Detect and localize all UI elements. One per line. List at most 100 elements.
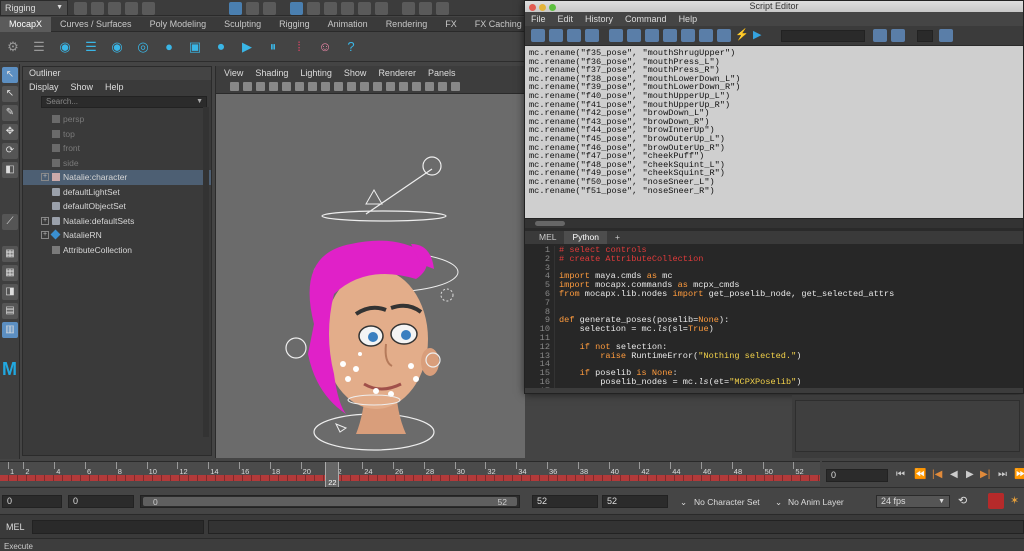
history-horizontal-scrollbar[interactable] bbox=[525, 218, 1023, 228]
shelf-tab-rigging[interactable]: Rigging bbox=[270, 17, 319, 32]
smooth-shade-icon[interactable] bbox=[373, 82, 382, 91]
shelf-tab-sculpting[interactable]: Sculpting bbox=[215, 17, 270, 32]
xray-icon[interactable] bbox=[438, 82, 447, 91]
character-set-icon[interactable]: ⌄ bbox=[680, 497, 687, 508]
viewport-menu-renderer[interactable]: Renderer bbox=[378, 68, 416, 78]
snap-plane-icon[interactable] bbox=[341, 2, 354, 15]
outliner-item[interactable]: top bbox=[23, 127, 211, 142]
command-language-button[interactable]: MEL bbox=[6, 522, 25, 532]
se-menu-command[interactable]: Command bbox=[625, 14, 667, 24]
viewport-menu-view[interactable]: View bbox=[224, 68, 243, 78]
show-both-icon[interactable] bbox=[699, 29, 713, 42]
execute-selected-icon[interactable]: ▶ bbox=[753, 29, 767, 42]
search-input[interactable] bbox=[781, 29, 865, 42]
scrollbar-thumb[interactable] bbox=[535, 221, 565, 226]
scene-start-field[interactable]: 0 bbox=[2, 495, 62, 508]
open-scene-icon[interactable] bbox=[91, 2, 104, 15]
goto-line-input[interactable] bbox=[917, 29, 933, 42]
outliner-menu-help[interactable]: Help bbox=[105, 82, 124, 92]
python-code[interactable]: # select controls # create AttributeColle… bbox=[555, 246, 894, 388]
shelf-menu-icon[interactable]: ☰ bbox=[29, 37, 49, 57]
step-forward-key-icon[interactable]: ⏩ bbox=[1014, 469, 1024, 480]
clear-history-icon[interactable] bbox=[609, 29, 623, 42]
command-input[interactable] bbox=[32, 520, 204, 534]
mocapx-adapter-icon[interactable]: ◉ bbox=[107, 37, 127, 57]
script-input-editor[interactable]: 1234567891011121314151617 # select contr… bbox=[525, 244, 1023, 388]
mocapx-record-icon[interactable]: ⏺ bbox=[211, 37, 231, 57]
playback-start-field[interactable]: 0 bbox=[68, 495, 134, 508]
loop-icon[interactable]: ⟲ bbox=[958, 494, 967, 507]
bookmark-icon[interactable] bbox=[256, 82, 265, 91]
ipr-icon[interactable] bbox=[436, 2, 449, 15]
se-menu-file[interactable]: File bbox=[531, 14, 546, 24]
goto-line-icon[interactable] bbox=[939, 29, 953, 42]
open-script-icon[interactable] bbox=[531, 29, 545, 42]
select-hierarchy-icon[interactable] bbox=[229, 2, 242, 15]
outliner-item[interactable]: + Natalie:defaultSets bbox=[23, 214, 211, 229]
mocapx-device-icon[interactable]: ◉ bbox=[55, 37, 75, 57]
clear-input-icon[interactable] bbox=[627, 29, 641, 42]
help-icon[interactable]: ? bbox=[341, 37, 361, 57]
se-menu-help[interactable]: Help bbox=[679, 14, 698, 24]
gear-icon[interactable]: ⚙ bbox=[3, 37, 23, 57]
source-script-icon[interactable] bbox=[549, 29, 563, 42]
se-menu-history[interactable]: History bbox=[585, 14, 613, 24]
new-scene-icon[interactable] bbox=[74, 2, 87, 15]
viewport-menu-panels[interactable]: Panels bbox=[428, 68, 456, 78]
shelf-tab-fx-caching[interactable]: FX Caching bbox=[466, 17, 531, 32]
time-slider[interactable]: 1246810121416182022242628303234363840424… bbox=[0, 461, 820, 487]
select-tool-icon[interactable]: ↖ bbox=[2, 67, 18, 83]
expand-icon[interactable]: + bbox=[41, 231, 49, 239]
outliner-item[interactable]: side bbox=[23, 156, 211, 171]
redo-icon[interactable] bbox=[142, 2, 155, 15]
outliner-item[interactable]: defaultLightSet bbox=[23, 185, 211, 200]
outliner-item[interactable]: + NatalieRN bbox=[23, 228, 211, 243]
viewport-menu-lighting[interactable]: Lighting bbox=[300, 68, 332, 78]
lights-icon[interactable] bbox=[399, 82, 408, 91]
viewport-panel[interactable]: View Shading Lighting Show Renderer Pane… bbox=[215, 66, 525, 458]
play-icon[interactable]: ▶ bbox=[237, 37, 257, 57]
replace-icon[interactable] bbox=[891, 29, 905, 42]
four-pane-icon[interactable]: ▦ bbox=[2, 265, 18, 281]
anim-layer-icon[interactable]: ⌄ bbox=[775, 497, 782, 508]
expand-icon[interactable]: + bbox=[41, 216, 49, 225]
mocapx-realtime-icon[interactable]: ● bbox=[159, 37, 179, 57]
undo-icon[interactable] bbox=[125, 2, 138, 15]
lasso-tool-icon[interactable]: ↖ bbox=[2, 86, 18, 102]
scale-tool-icon[interactable]: ◧ bbox=[2, 162, 18, 178]
shelf-tab-fx[interactable]: FX bbox=[436, 17, 466, 32]
script-history-output[interactable]: mc.rename("f35_pose", "mouthShrugUpper")… bbox=[525, 46, 1023, 218]
snap-live-icon[interactable] bbox=[375, 2, 388, 15]
search-icon[interactable] bbox=[873, 29, 887, 42]
tab-python[interactable]: Python bbox=[564, 231, 607, 244]
show-input-icon[interactable] bbox=[681, 29, 695, 42]
clear-all-icon[interactable] bbox=[645, 29, 659, 42]
go-to-start-icon[interactable]: ⏮ bbox=[896, 469, 905, 480]
outliner-search-input[interactable]: Search... ▼ bbox=[41, 96, 207, 108]
scene-end-field[interactable]: 52 bbox=[602, 495, 668, 508]
outliner-item-selected[interactable]: + Natalie:character bbox=[23, 170, 211, 185]
execute-all-icon[interactable]: ⚡ bbox=[735, 29, 749, 42]
paint-tool-icon[interactable]: ✎ bbox=[2, 105, 18, 121]
go-to-end-icon[interactable]: ⏭ bbox=[998, 469, 1007, 480]
field-chart-icon[interactable] bbox=[334, 82, 343, 91]
mocapx-list-icon[interactable]: ☰ bbox=[81, 37, 101, 57]
shelf-tab-mocapx[interactable]: MocapX bbox=[0, 16, 52, 32]
current-frame-field[interactable]: 0 bbox=[826, 469, 888, 482]
mocapx-source-icon[interactable]: ◎ bbox=[133, 37, 153, 57]
tab-mel[interactable]: MEL bbox=[531, 231, 564, 244]
textured-icon[interactable] bbox=[386, 82, 395, 91]
gate-mask-icon[interactable] bbox=[321, 82, 330, 91]
outliner-menu-show[interactable]: Show bbox=[71, 82, 94, 92]
play-forwards-icon[interactable]: ▶ bbox=[966, 469, 974, 480]
save-script-icon[interactable] bbox=[567, 29, 581, 42]
save-scene-icon[interactable] bbox=[108, 2, 121, 15]
outliner-menu-display[interactable]: Display bbox=[29, 82, 59, 92]
mocapx-clip-icon[interactable]: ▣ bbox=[185, 37, 205, 57]
step-back-frame-icon[interactable]: |◀ bbox=[932, 469, 942, 480]
wireframe-icon[interactable] bbox=[360, 82, 369, 91]
outliner-layout-icon[interactable]: ▥ bbox=[2, 322, 18, 338]
shelf-tab-animation[interactable]: Animation bbox=[319, 17, 377, 32]
image-plane-icon[interactable] bbox=[269, 82, 278, 91]
outliner-item[interactable]: AttributeCollection bbox=[23, 243, 211, 258]
